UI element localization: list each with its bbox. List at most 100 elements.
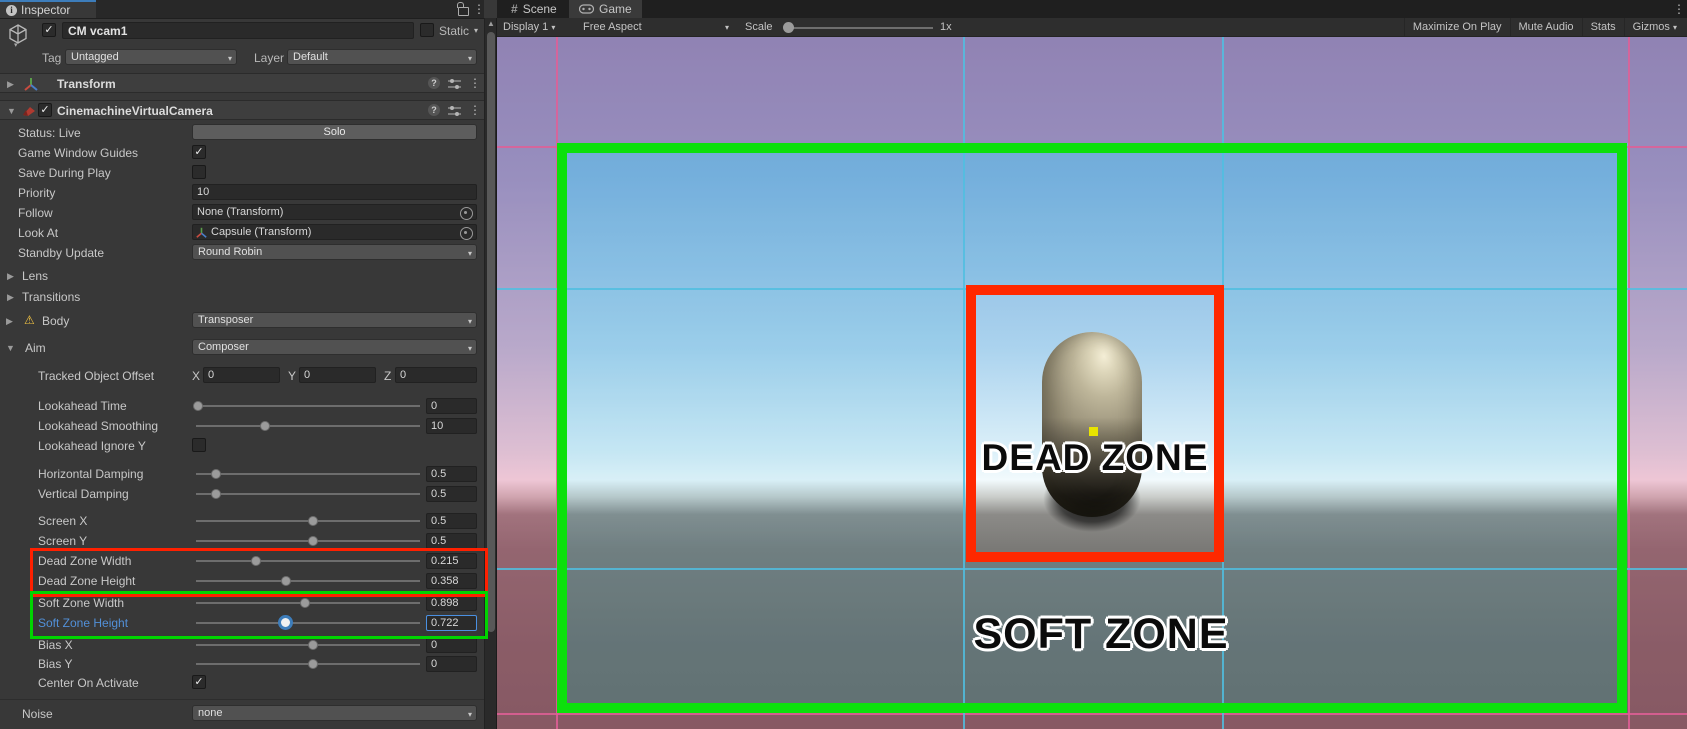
inspector-panel: i Inspector ⋮ ▾ ✓ CM vcam1 Static ▾ Tag … [0,0,484,729]
dead-zone-height-field[interactable]: 0.358 [426,573,477,589]
body-dropdown[interactable]: Transposer▾ [192,312,477,328]
screen-y-slider[interactable] [308,536,318,546]
aim-dropdown[interactable]: Composer▾ [192,339,477,355]
bias-y-field[interactable]: 0 [426,656,477,672]
bias-y-row: Bias Y 0 [0,655,484,673]
lookahead-smoothing-slider[interactable] [260,421,270,431]
transitions-foldout[interactable]: ▶ Transitions [0,288,484,306]
standby-update-dropdown[interactable]: Round Robin▾ [192,244,477,260]
tab-game[interactable]: Game [569,0,642,18]
transitions-fold-icon[interactable]: ▶ [7,292,14,303]
transform-menu-icon[interactable]: ⋮ [469,76,481,90]
stats-button[interactable]: Stats [1582,18,1624,36]
gameobject-header: ▾ ✓ CM vcam1 Static ▾ [0,22,484,48]
cinemachine-component-header[interactable]: ▼ ✓ CinemachineVirtualCamera ? ⋮ [0,100,484,120]
screen-x-slider[interactable] [308,516,318,526]
aspect-dropdown[interactable]: Free Aspect [583,20,642,35]
soft-zone-height-slider[interactable] [278,615,293,630]
soft-zone-height-row: Soft Zone Height 0.722 [0,614,484,632]
look-at-object-field[interactable]: Capsule (Transform) [192,224,477,240]
cinemachine-menu-icon[interactable]: ⋮ [469,103,481,117]
maximize-on-play-button[interactable]: Maximize On Play [1404,18,1510,36]
look-at-object-picker-icon[interactable] [460,227,473,240]
aim-fold-icon[interactable]: ▼ [6,343,15,353]
game-window-guides-row: Game Window Guides ✓ [0,144,484,162]
static-checkbox[interactable] [420,23,434,37]
lens-fold-icon[interactable]: ▶ [7,271,14,282]
horizontal-damping-field[interactable]: 0.5 [426,466,477,482]
scale-slider-knob[interactable] [783,22,794,33]
screen-y-row: Screen Y 0.5 [0,532,484,550]
noise-row: Noise none▾ [0,705,484,723]
save-during-play-row: Save During Play [0,164,484,182]
priority-field[interactable]: 10 [192,184,477,200]
follow-row: Follow None (Transform) [0,204,484,222]
offset-y-field[interactable]: 0 [299,367,376,383]
save-during-play-checkbox[interactable] [192,165,206,179]
soft-zone-guide-bottom [497,713,1687,715]
cinemachine-enabled-checkbox[interactable]: ✓ [38,103,52,117]
lookahead-ignore-y-checkbox[interactable] [192,438,206,452]
transform-help-icon[interactable]: ? [428,77,440,89]
mute-audio-button[interactable]: Mute Audio [1510,18,1582,36]
game-window-guides-checkbox[interactable]: ✓ [192,145,206,159]
transform-component-header[interactable]: ▶ Transform ? ⋮ [0,73,484,93]
lookahead-time-slider[interactable] [193,401,203,411]
offset-z-field[interactable]: 0 [395,367,477,383]
aspect-dropdown-arrow[interactable]: ▾ [725,20,729,35]
cinemachine-fold-icon[interactable]: ▼ [7,106,16,116]
vertical-damping-slider[interactable] [211,489,221,499]
look-at-transform-icon [196,227,207,238]
dead-zone-width-slider[interactable] [251,556,261,566]
lookahead-time-field[interactable]: 0 [426,398,477,414]
layer-dropdown[interactable]: Default▾ [287,49,477,65]
tab-scene[interactable]: # Scene [501,0,567,18]
screen-x-field[interactable]: 0.5 [426,513,477,529]
static-dropdown-arrow[interactable]: ▾ [474,26,478,35]
soft-zone-width-slider[interactable] [300,598,310,608]
game-panel-menu-icon[interactable]: ⋮ [1673,2,1685,16]
body-fold-icon[interactable]: ▶ [6,316,13,327]
bias-x-slider[interactable] [308,640,318,650]
center-on-activate-checkbox[interactable]: ✓ [192,675,206,689]
offset-x-field[interactable]: 0 [203,367,280,383]
soft-zone-width-field[interactable]: 0.898 [426,595,477,611]
scale-slider-track[interactable] [785,27,933,29]
dead-zone-width-field[interactable]: 0.215 [426,553,477,569]
solo-button[interactable]: Solo [192,124,477,140]
scrollbar-thumb[interactable] [487,32,495,632]
inspector-tabbar: i Inspector ⋮ [0,0,484,19]
lock-icon[interactable] [458,7,469,16]
inspector-menu-icon[interactable]: ⋮ [473,2,485,16]
inspector-scrollbar[interactable]: ▲ [484,18,497,729]
tab-inspector[interactable]: i Inspector [0,0,96,18]
tag-dropdown[interactable]: Untagged▾ [65,49,237,65]
lens-foldout[interactable]: ▶ Lens [0,267,484,285]
look-at-row: Look At Capsule (Transform) [0,224,484,242]
scale-value: 1x [940,20,952,35]
center-on-activate-row: Center On Activate ✓ [0,674,484,692]
gameobject-icon-dropdown[interactable]: ▾ [14,41,18,49]
gameobject-enabled-checkbox[interactable]: ✓ [42,23,56,37]
scrollbar-up-arrow[interactable]: ▲ [487,19,495,28]
lookahead-smoothing-field[interactable]: 10 [426,418,477,434]
transform-fold-icon[interactable]: ▶ [7,79,14,90]
cinemachine-help-icon[interactable]: ? [428,104,440,116]
follow-object-field[interactable]: None (Transform) [192,204,477,220]
follow-object-picker-icon[interactable] [460,207,473,220]
dead-zone-height-slider[interactable] [281,576,291,586]
display-dropdown[interactable]: Display 1 ▾ [503,20,555,35]
screen-y-field[interactable]: 0.5 [426,533,477,549]
gizmos-dropdown[interactable]: Gizmos ▾ [1624,18,1685,36]
soft-zone-height-field[interactable]: 0.722 [426,615,477,631]
vertical-damping-field[interactable]: 0.5 [426,486,477,502]
noise-dropdown[interactable]: none▾ [192,705,477,721]
bias-y-slider[interactable] [308,659,318,669]
horizontal-damping-slider[interactable] [211,469,221,479]
gameobject-name-field[interactable]: CM vcam1 [62,22,414,39]
transform-presets-icon[interactable] [448,78,461,90]
game-panel: # Scene Game ⋮ Display 1 ▾ Free Aspect ▾… [497,0,1687,729]
bias-x-field[interactable]: 0 [426,637,477,653]
cinemachine-presets-icon[interactable] [448,105,461,117]
screen-center-marker [1089,427,1098,436]
